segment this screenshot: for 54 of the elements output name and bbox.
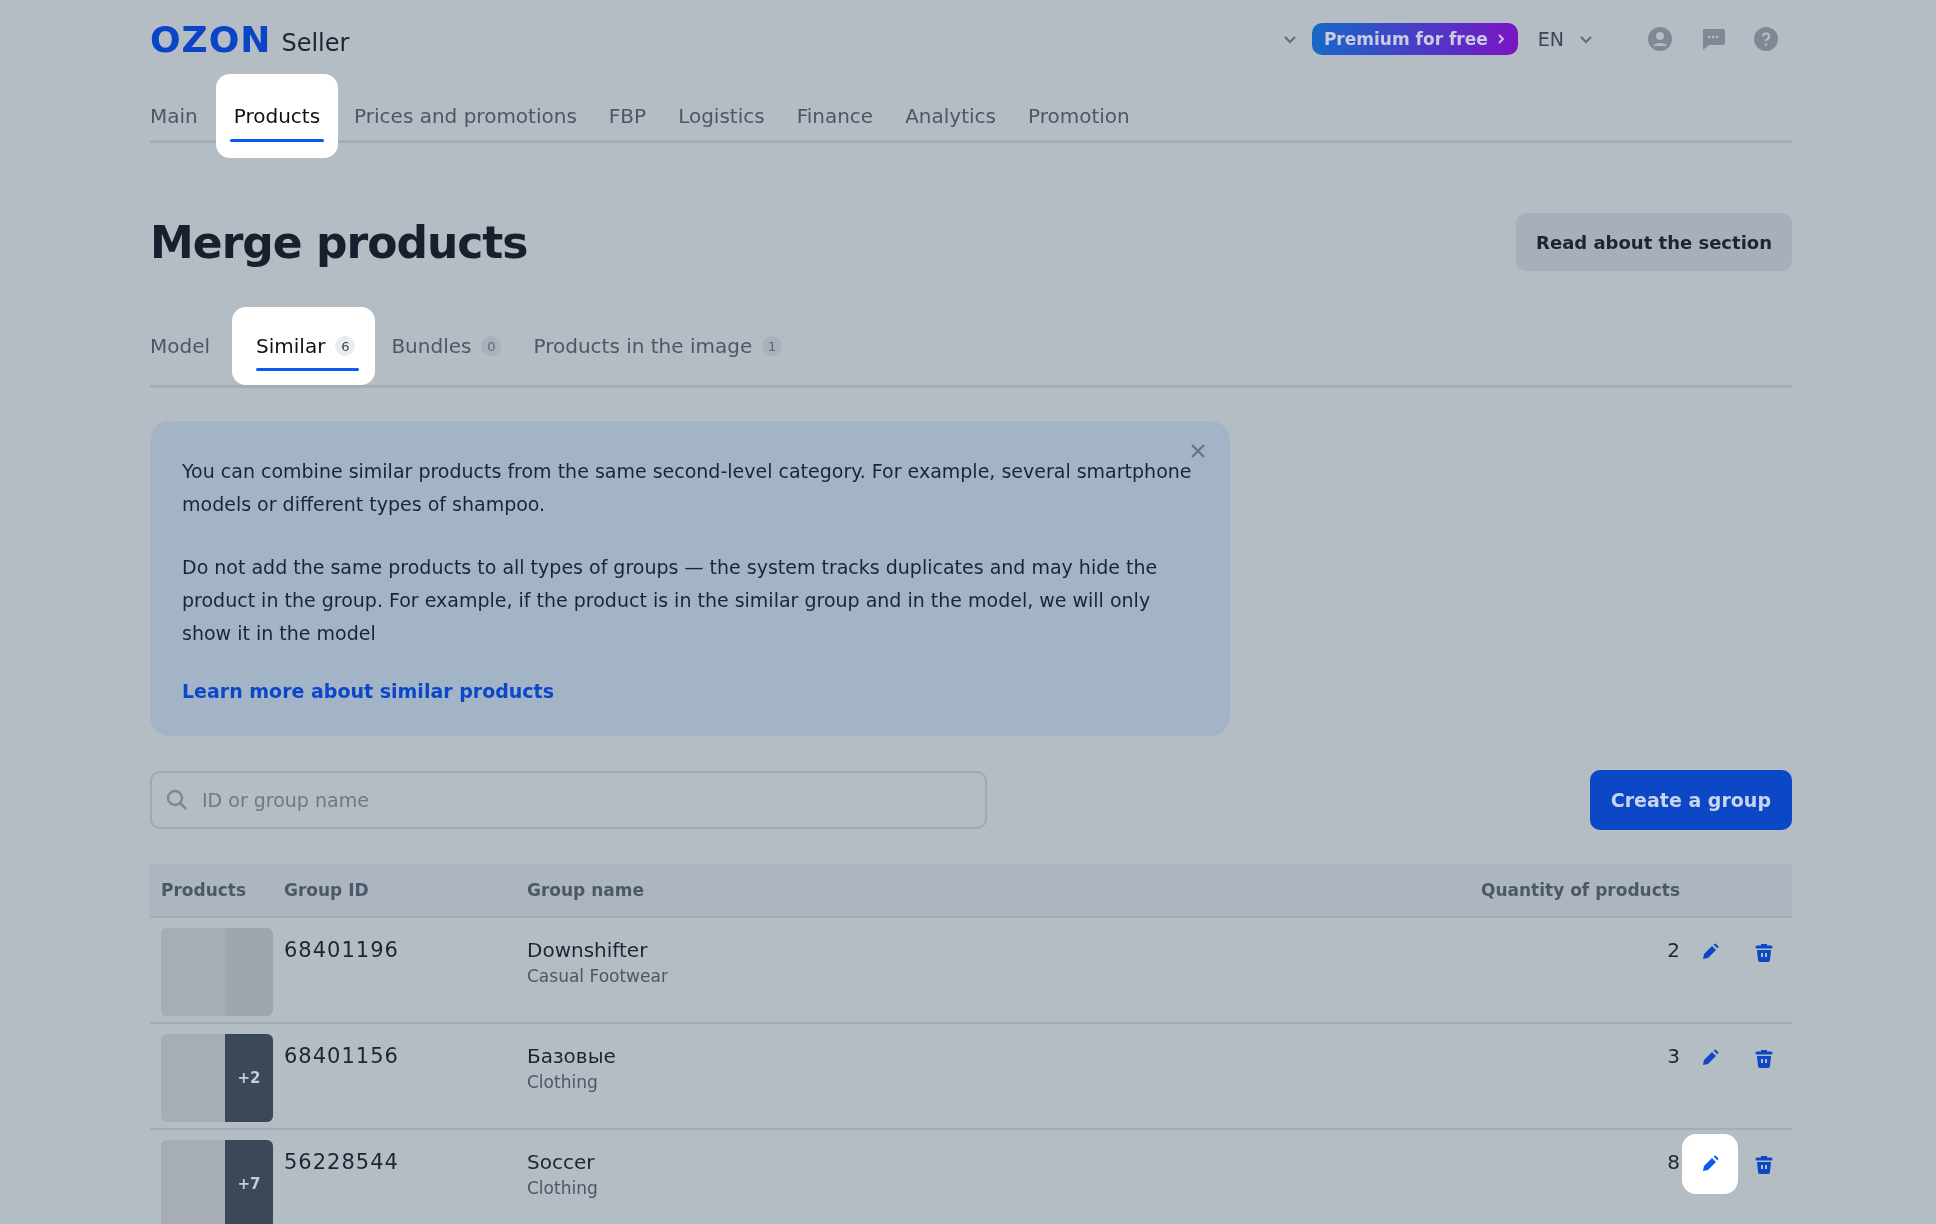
group-category: Casual Footwear: [527, 966, 669, 986]
column-header: Group name: [527, 880, 646, 900]
group-category: Clothing: [527, 1072, 599, 1092]
premium-button[interactable]: Premium for free: [1311, 23, 1518, 55]
tab[interactable]: Bundles 0: [375, 307, 518, 385]
learn-more-link[interactable]: Learn more about similar products: [182, 680, 554, 702]
read-about-button[interactable]: Read about the section: [1516, 213, 1792, 271]
count-badge: 1: [762, 336, 783, 356]
pencil-icon: [1700, 1048, 1720, 1068]
edit-button[interactable]: [1682, 1134, 1738, 1194]
logo-subtitle: Seller: [281, 29, 350, 57]
close-icon[interactable]: [1190, 443, 1206, 459]
nav-tab[interactable]: Analytics: [889, 74, 1012, 158]
tab[interactable]: Products in the image 1: [517, 307, 799, 385]
pencil-icon: [1700, 942, 1720, 962]
search-icon: [166, 789, 188, 811]
nav-tab[interactable]: FBP: [592, 74, 663, 158]
nav-tab[interactable]: Prices and promotions: [338, 74, 593, 158]
create-group-button[interactable]: Create a group: [1589, 770, 1792, 830]
product-quantity: 8: [1666, 1150, 1681, 1174]
nav-tab[interactable]: Finance: [780, 74, 890, 158]
product-quantity: 3: [1666, 1044, 1681, 1068]
more-count: +2: [237, 1069, 261, 1087]
column-header: Group ID: [284, 880, 370, 900]
trash-icon: [1755, 1048, 1773, 1068]
group-id: 56228544: [284, 1150, 400, 1174]
group-name: Downshifter: [527, 938, 649, 962]
language-selector[interactable]: EN: [1537, 28, 1564, 50]
nav-tab[interactable]: Main: [150, 74, 214, 158]
column-header: Quantity of products: [1479, 880, 1681, 900]
page-title: Merge products: [150, 216, 528, 268]
count-badge: 0: [481, 336, 502, 356]
nav-tab[interactable]: Products: [215, 74, 339, 158]
pencil-icon: [1700, 1154, 1720, 1174]
group-name: Soccer: [527, 1150, 596, 1174]
info-text: Do not add the same products to all types of groups — the system tracks duplicates and may hide the product in the group. For example, if the product is in the similar group and in the model, we will only show it in the model: [182, 555, 1159, 646]
tab[interactable]: Similar 6: [232, 307, 376, 385]
nav-tab[interactable]: Logistics: [662, 74, 781, 158]
info-text: You can combine similar products from the same second-level category. For example, several smartphone models or different types of shampoo.: [182, 459, 1193, 517]
product-quantity: 2: [1666, 938, 1681, 962]
count-badge: 6: [335, 336, 356, 356]
group-id: 68401156: [284, 1044, 400, 1068]
logo[interactable]: OZON: [150, 18, 272, 60]
group-name: Базовые: [527, 1044, 617, 1068]
trash-icon: [1755, 1154, 1773, 1174]
trash-icon: [1755, 942, 1773, 962]
chevron-icon: [1495, 33, 1506, 45]
group-category: Clothing: [527, 1178, 599, 1198]
more-count: +7: [237, 1175, 261, 1193]
tab[interactable]: Model: [150, 307, 227, 385]
column-header: Products: [160, 880, 248, 900]
group-id: 68401196: [284, 938, 400, 962]
search-field[interactable]: ID or group name: [150, 771, 987, 829]
nav-tab[interactable]: Promotion: [1012, 74, 1146, 158]
